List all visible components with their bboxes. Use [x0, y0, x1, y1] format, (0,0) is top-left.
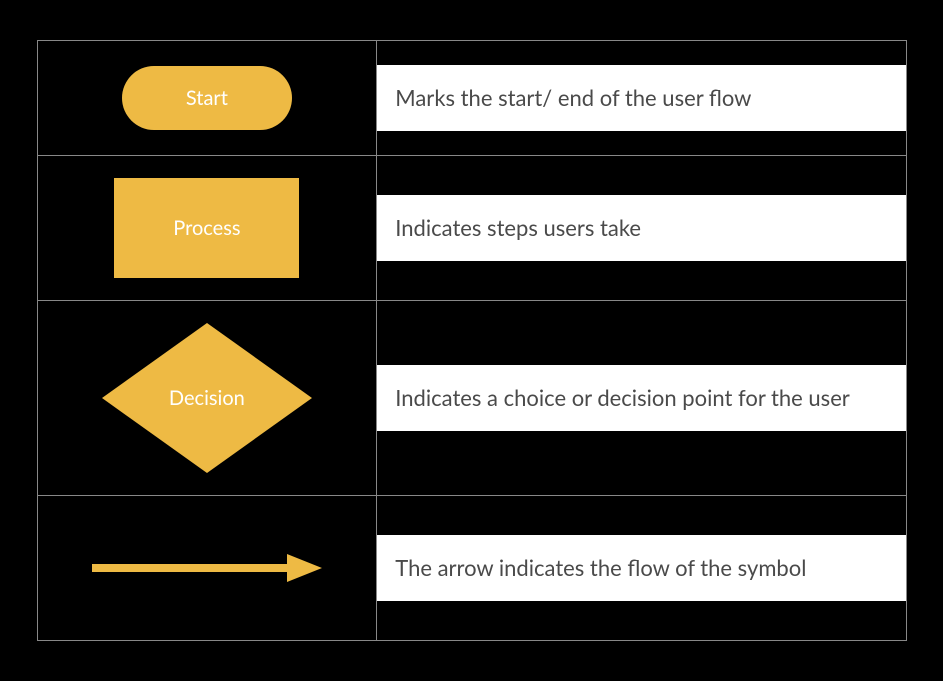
shape-cell-arrow: [37, 496, 377, 641]
desc-cell-start: Marks the start/ end of the user flow: [377, 41, 906, 156]
shape-cell-start: Start: [37, 41, 377, 156]
shape-cell-process: Process: [37, 156, 377, 301]
decision-shape: Decision: [102, 323, 312, 473]
shape-cell-decision: Decision: [37, 301, 377, 496]
description-text: Indicates a choice or decision point for…: [377, 365, 905, 432]
flowchart-legend-table: Start Marks the start/ end of the user f…: [37, 40, 907, 641]
shape-label: Decision: [169, 386, 245, 410]
arrow-shape: [92, 553, 322, 583]
shape-label: Start: [186, 86, 228, 110]
legend-row-process: Process Indicates steps users take: [37, 156, 906, 301]
shape-label: Process: [173, 216, 240, 240]
desc-cell-process: Indicates steps users take: [377, 156, 906, 301]
legend-row-arrow: The arrow indicates the flow of the symb…: [37, 496, 906, 641]
desc-cell-arrow: The arrow indicates the flow of the symb…: [377, 496, 906, 641]
desc-cell-decision: Indicates a choice or decision point for…: [377, 301, 906, 496]
description-text: The arrow indicates the flow of the symb…: [377, 535, 905, 602]
process-shape: Process: [114, 178, 299, 278]
legend-row-start: Start Marks the start/ end of the user f…: [37, 41, 906, 156]
legend-row-decision: Decision Indicates a choice or decision …: [37, 301, 906, 496]
description-text: Marks the start/ end of the user flow: [377, 65, 905, 132]
terminator-shape: Start: [122, 66, 292, 130]
description-text: Indicates steps users take: [377, 195, 905, 262]
